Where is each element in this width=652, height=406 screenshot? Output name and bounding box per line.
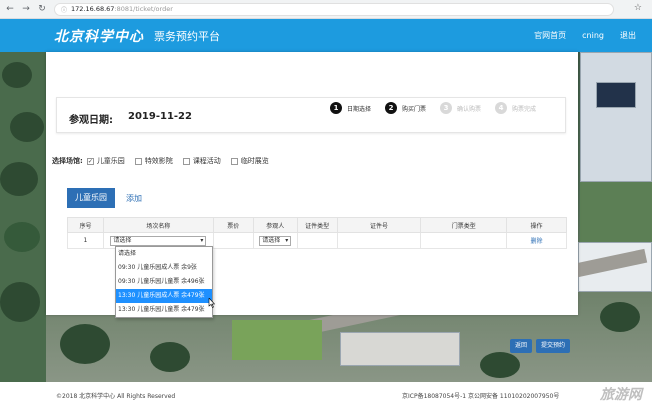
checkbox-icon[interactable] <box>134 157 142 165</box>
id-type-cell <box>296 232 338 249</box>
submit-button[interactable]: 提交预约 <box>536 339 570 353</box>
col-header: 场次名称 <box>102 217 214 233</box>
step-buy: 2 购买门票 <box>385 102 426 114</box>
session-dropdown-list: 请选择 09:30 儿童乐园成人票 余9张 09:30 儿童乐园儿童票 余496… <box>115 246 213 318</box>
visitor-cell: 请选择 ▾ <box>252 232 298 249</box>
step-number: 4 <box>495 102 508 114</box>
checkbox-checked-icon[interactable]: ✓ <box>86 157 94 165</box>
id-number-cell <box>336 232 422 249</box>
info-icon: ⓘ <box>61 6 68 14</box>
chevron-down-icon: ▾ <box>285 236 289 244</box>
venue-selector: 选择场馆: ✓ 儿童乐园 特效影院 课程活动 临时展览 <box>52 156 279 166</box>
col-header: 门票类型 <box>420 217 508 233</box>
step-number: 3 <box>440 102 453 114</box>
step-date: 1 日期选择 <box>330 102 371 114</box>
mouse-pointer-icon <box>208 298 215 308</box>
venue-option-kids-park[interactable]: ✓ 儿童乐园 <box>86 156 125 166</box>
address-bar[interactable]: ⓘ 172.16.68.67:8081/ticket/order <box>54 2 614 16</box>
checkbox-icon[interactable] <box>182 157 190 165</box>
url-path: :8081/ticket/order <box>114 5 173 13</box>
col-header: 序号 <box>67 217 104 233</box>
nav-user-link[interactable]: cning <box>582 31 604 40</box>
visit-date-value: 2019-11-22 <box>128 111 192 122</box>
venue-option-exhibition[interactable]: 临时展览 <box>230 156 269 166</box>
ticket-table: 序号 场次名称 票价 参观人 证件类型 证件号 门票类型 操作 1 请选择 ▾ 请… <box>67 217 567 249</box>
row-index: 1 <box>67 232 104 249</box>
venue-option-label: 临时展览 <box>240 157 269 165</box>
step-label: 购票完成 <box>512 105 537 113</box>
progress-steps: 1 日期选择 2 购买门票 3 确认购票 4 购票完成 <box>330 102 550 114</box>
header-nav: 官网首页 cning 退出 <box>534 19 652 52</box>
tab-kids-park[interactable]: 儿童乐园 <box>67 188 115 208</box>
delete-row-link[interactable]: 删除 <box>531 238 543 245</box>
venue-title: 选择场馆: <box>52 157 83 165</box>
footer-copyright: ©2018 北京科学中心 All Rights Reserved <box>56 393 176 400</box>
dropdown-option[interactable]: 请选择 <box>116 247 212 261</box>
step-label: 购买门票 <box>402 105 427 113</box>
step-number: 1 <box>330 102 342 114</box>
step-label: 确认购票 <box>457 105 482 113</box>
nav-logout-link[interactable]: 退出 <box>620 30 636 41</box>
col-header: 票价 <box>212 217 254 233</box>
visit-date-label: 参观日期: <box>69 115 113 126</box>
checkbox-icon[interactable] <box>230 157 238 165</box>
bookmark-star-icon[interactable]: ☆ <box>634 3 642 13</box>
visitor-select-value: 请选择 <box>262 236 281 244</box>
step-confirm: 3 确认购票 <box>440 102 481 114</box>
dropdown-option[interactable]: 09:30 儿童乐园儿童票 余496张 <box>116 275 212 289</box>
session-select-value: 请选择 <box>113 236 132 244</box>
visitor-select[interactable]: 请选择 ▾ <box>259 235 292 246</box>
step-number: 2 <box>385 102 398 114</box>
chevron-down-icon: ▾ <box>200 236 204 244</box>
add-tab-link[interactable]: 添加 <box>126 193 142 204</box>
col-header: 证件类型 <box>296 217 338 233</box>
url-host: 172.16.68.67 <box>71 5 115 13</box>
site-title: 票务预约平台 <box>154 29 220 43</box>
col-header: 证件号 <box>336 217 422 233</box>
site-header: 北京科学中心 票务预约平台 官网首页 cning 退出 <box>0 19 652 52</box>
dropdown-option-highlighted[interactable]: 13:30 儿童乐园成人票 余479张 <box>116 289 212 303</box>
site-footer: ©2018 北京科学中心 All Rights Reserved 京ICP备18… <box>0 382 652 406</box>
site-logo[interactable]: 北京科学中心 <box>54 26 144 46</box>
nav-home-link[interactable]: 官网首页 <box>534 30 566 41</box>
col-header: 参观人 <box>252 217 298 233</box>
venue-option-label: 特效影院 <box>144 157 173 165</box>
reload-icon[interactable]: ↻ <box>36 3 48 15</box>
step-done: 4 购票完成 <box>495 102 536 114</box>
dropdown-option[interactable]: 13:30 儿童乐园儿童票 余479张 <box>116 303 212 317</box>
venue-option-cinema[interactable]: 特效影院 <box>134 156 173 166</box>
venue-option-courses[interactable]: 课程活动 <box>182 156 221 166</box>
browser-toolbar: ← → ↻ ⓘ 172.16.68.67:8081/ticket/order ☆ <box>0 0 652 19</box>
price-cell <box>212 232 254 249</box>
footer-icp: 京ICP备18087054号-1 京公网安备 11010202007950号 <box>402 393 560 400</box>
ticket-type-cell <box>420 232 508 249</box>
back-button[interactable]: 返回 <box>510 339 532 353</box>
venue-option-label: 课程活动 <box>192 157 221 165</box>
dropdown-option[interactable]: 09:30 儿童乐园成人票 余9张 <box>116 261 212 275</box>
forward-arrow-icon[interactable]: → <box>20 3 32 15</box>
action-cell: 删除 <box>506 232 567 249</box>
venue-option-label: 儿童乐园 <box>96 157 125 165</box>
col-header: 操作 <box>506 217 567 233</box>
back-arrow-icon[interactable]: ← <box>4 3 16 15</box>
table-header-row: 序号 场次名称 票价 参观人 证件类型 证件号 门票类型 操作 <box>67 217 567 233</box>
session-select[interactable]: 请选择 ▾ <box>110 235 207 246</box>
step-label: 日期选择 <box>347 105 372 113</box>
watermark-text: 旅游网 <box>600 387 642 403</box>
